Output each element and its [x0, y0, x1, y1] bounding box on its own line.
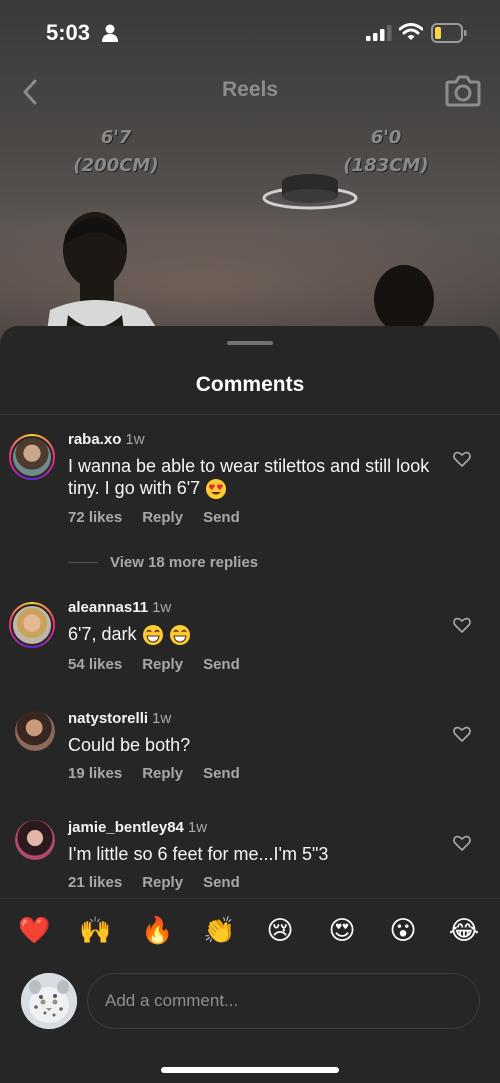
send-button[interactable]: Send [203, 765, 240, 782]
left-height-cm: (200CM) [73, 155, 159, 176]
comments-sheet: Comments raba.xo 1w I wanna be able to we… [0, 326, 500, 1083]
comments-title: Comments [195, 373, 305, 396]
comment-actions: 19 likes Reply Send [68, 765, 240, 782]
likes-count[interactable]: 21 likes [68, 874, 122, 891]
person-icon [102, 24, 118, 42]
comment-username[interactable]: raba.xo 1w [68, 431, 145, 448]
comment-text: I wanna be able to wear stilettos and st… [68, 455, 438, 500]
status-bar: 5:03 [0, 0, 500, 66]
red-heart-emoji-button[interactable]: ❤️ [18, 915, 50, 947]
likes-count[interactable]: 72 likes [68, 509, 122, 526]
fire-emoji-button[interactable]: 🔥 [141, 915, 173, 947]
emoji-quick-bar: ❤️ 🙌 🔥 👏 😢 😍 😮 😂 [0, 898, 500, 946]
comment-age: 1w [152, 599, 172, 616]
comment-age: 1w [187, 819, 208, 836]
sheet-divider [0, 414, 500, 415]
comment-username[interactable]: aleannas11 1w [68, 599, 171, 616]
right-height-feet: 6'0 [370, 127, 402, 148]
sheet-grabber[interactable] [227, 341, 273, 345]
username-text[interactable]: natystorelli [68, 710, 148, 727]
comment-text-body: I'm little so 6 feet for me...I'm 5"3 [68, 844, 329, 864]
view-replies-label[interactable]: View 18 more replies [110, 554, 258, 571]
avatar[interactable] [9, 434, 55, 480]
clapping-hands-emoji-button[interactable]: 👏 [203, 915, 235, 947]
comment-actions: 72 likes Reply Send [68, 509, 240, 526]
replies-line [68, 562, 98, 563]
send-button[interactable]: Send [203, 509, 240, 526]
comment-text: 6'7, dark [68, 623, 438, 646]
heart-eyes-emoji-icon [206, 479, 227, 500]
username-text[interactable]: jamie_bentley84 [68, 819, 184, 836]
heart-outline-icon[interactable] [453, 726, 471, 742]
tears-of-joy-emoji-button[interactable]: 😂 [448, 915, 480, 947]
ceiling-lamp-graphic [262, 174, 358, 210]
likes-count[interactable]: 54 likes [68, 656, 122, 673]
comment-actions: 21 likes Reply Send [68, 874, 240, 891]
crying-face-emoji-button[interactable]: 😢 [264, 915, 296, 947]
camera-icon[interactable] [445, 74, 481, 108]
reply-button[interactable]: Reply [142, 765, 183, 782]
comment-text-body: Could be both? [68, 735, 191, 755]
snow-leopard-avatar-image [21, 973, 77, 1029]
status-time: 5:03 [46, 20, 91, 45]
likes-count[interactable]: 19 likes [68, 765, 122, 782]
comment-age: 1w [152, 710, 172, 727]
send-button[interactable]: Send [203, 656, 240, 673]
signal-icon [366, 25, 392, 41]
avatar[interactable] [15, 820, 55, 860]
heart-outline-icon[interactable] [453, 451, 471, 467]
heart-outline-icon[interactable] [453, 617, 471, 633]
comment-text: I'm little so 6 feet for me...I'm 5"3 [68, 843, 438, 865]
comment-username[interactable]: natystorelli 1w [68, 710, 171, 727]
wifi-icon [399, 23, 423, 40]
view-more-replies[interactable]: View 18 more replies [68, 554, 258, 571]
username-text[interactable]: aleannas11 [68, 599, 148, 616]
comment-username[interactable]: jamie_bentley84 1w [68, 819, 207, 836]
comment-age: 1w [125, 431, 145, 448]
surprised-face-emoji-button[interactable]: 😮 [387, 915, 419, 947]
send-button[interactable]: Send [203, 874, 240, 891]
add-comment-input[interactable] [87, 973, 480, 1029]
grinning-emoji-icon [169, 625, 190, 646]
avatar[interactable] [9, 602, 55, 648]
raising-hands-emoji-button[interactable]: 🙌 [79, 915, 111, 947]
username-text[interactable]: raba.xo [68, 431, 121, 448]
my-avatar[interactable] [21, 973, 77, 1029]
reels-title: Reels [221, 78, 279, 101]
comment-text-body: I wanna be able to wear stilettos and st… [68, 456, 430, 498]
grinning-emoji-icon [142, 625, 163, 646]
left-height-feet: 6'7 [100, 127, 132, 148]
heart-outline-icon[interactable] [453, 835, 471, 851]
reply-button[interactable]: Reply [142, 509, 183, 526]
comment-text: Could be both? [68, 734, 438, 756]
battery-icon [431, 23, 467, 43]
avatar[interactable] [15, 711, 55, 751]
comment-text-body: 6'7, dark [68, 624, 137, 644]
heart-eyes-emoji-button[interactable]: 😍 [326, 915, 358, 947]
reply-button[interactable]: Reply [142, 656, 183, 673]
left-height-label: 6'7 (200CM) [66, 124, 166, 180]
comment-actions: 54 likes Reply Send [68, 656, 240, 673]
home-indicator[interactable] [161, 1067, 339, 1073]
reply-button[interactable]: Reply [142, 874, 183, 891]
